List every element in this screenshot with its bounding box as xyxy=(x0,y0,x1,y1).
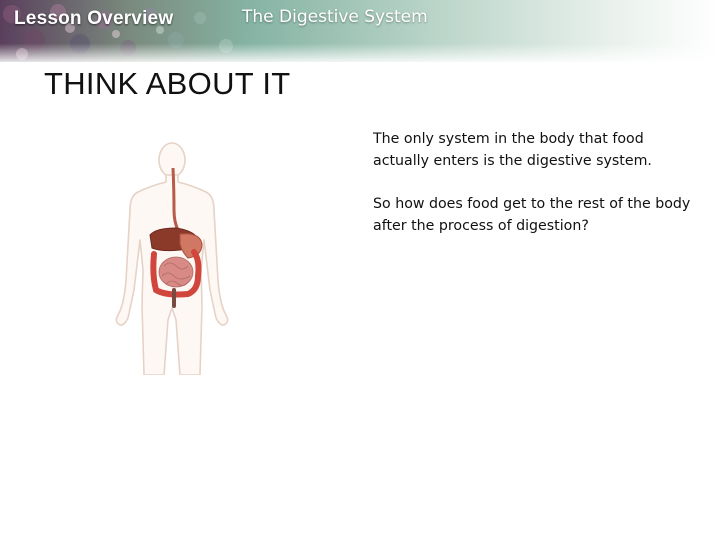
digestive-system-figure xyxy=(110,130,250,379)
paragraph-2: So how does food get to the rest of the … xyxy=(373,196,691,234)
body-text: The only system in the body that food ac… xyxy=(373,128,693,258)
header-banner: Lesson Overview The Digestive System xyxy=(0,0,720,62)
slide-heading: THINK ABOUT IT xyxy=(44,66,291,101)
human-digestive-system-icon xyxy=(115,142,229,376)
lesson-title: The Digestive System xyxy=(242,7,428,27)
paragraph-1: The only system in the body that food ac… xyxy=(373,131,652,169)
section-label: Lesson Overview xyxy=(14,8,174,29)
